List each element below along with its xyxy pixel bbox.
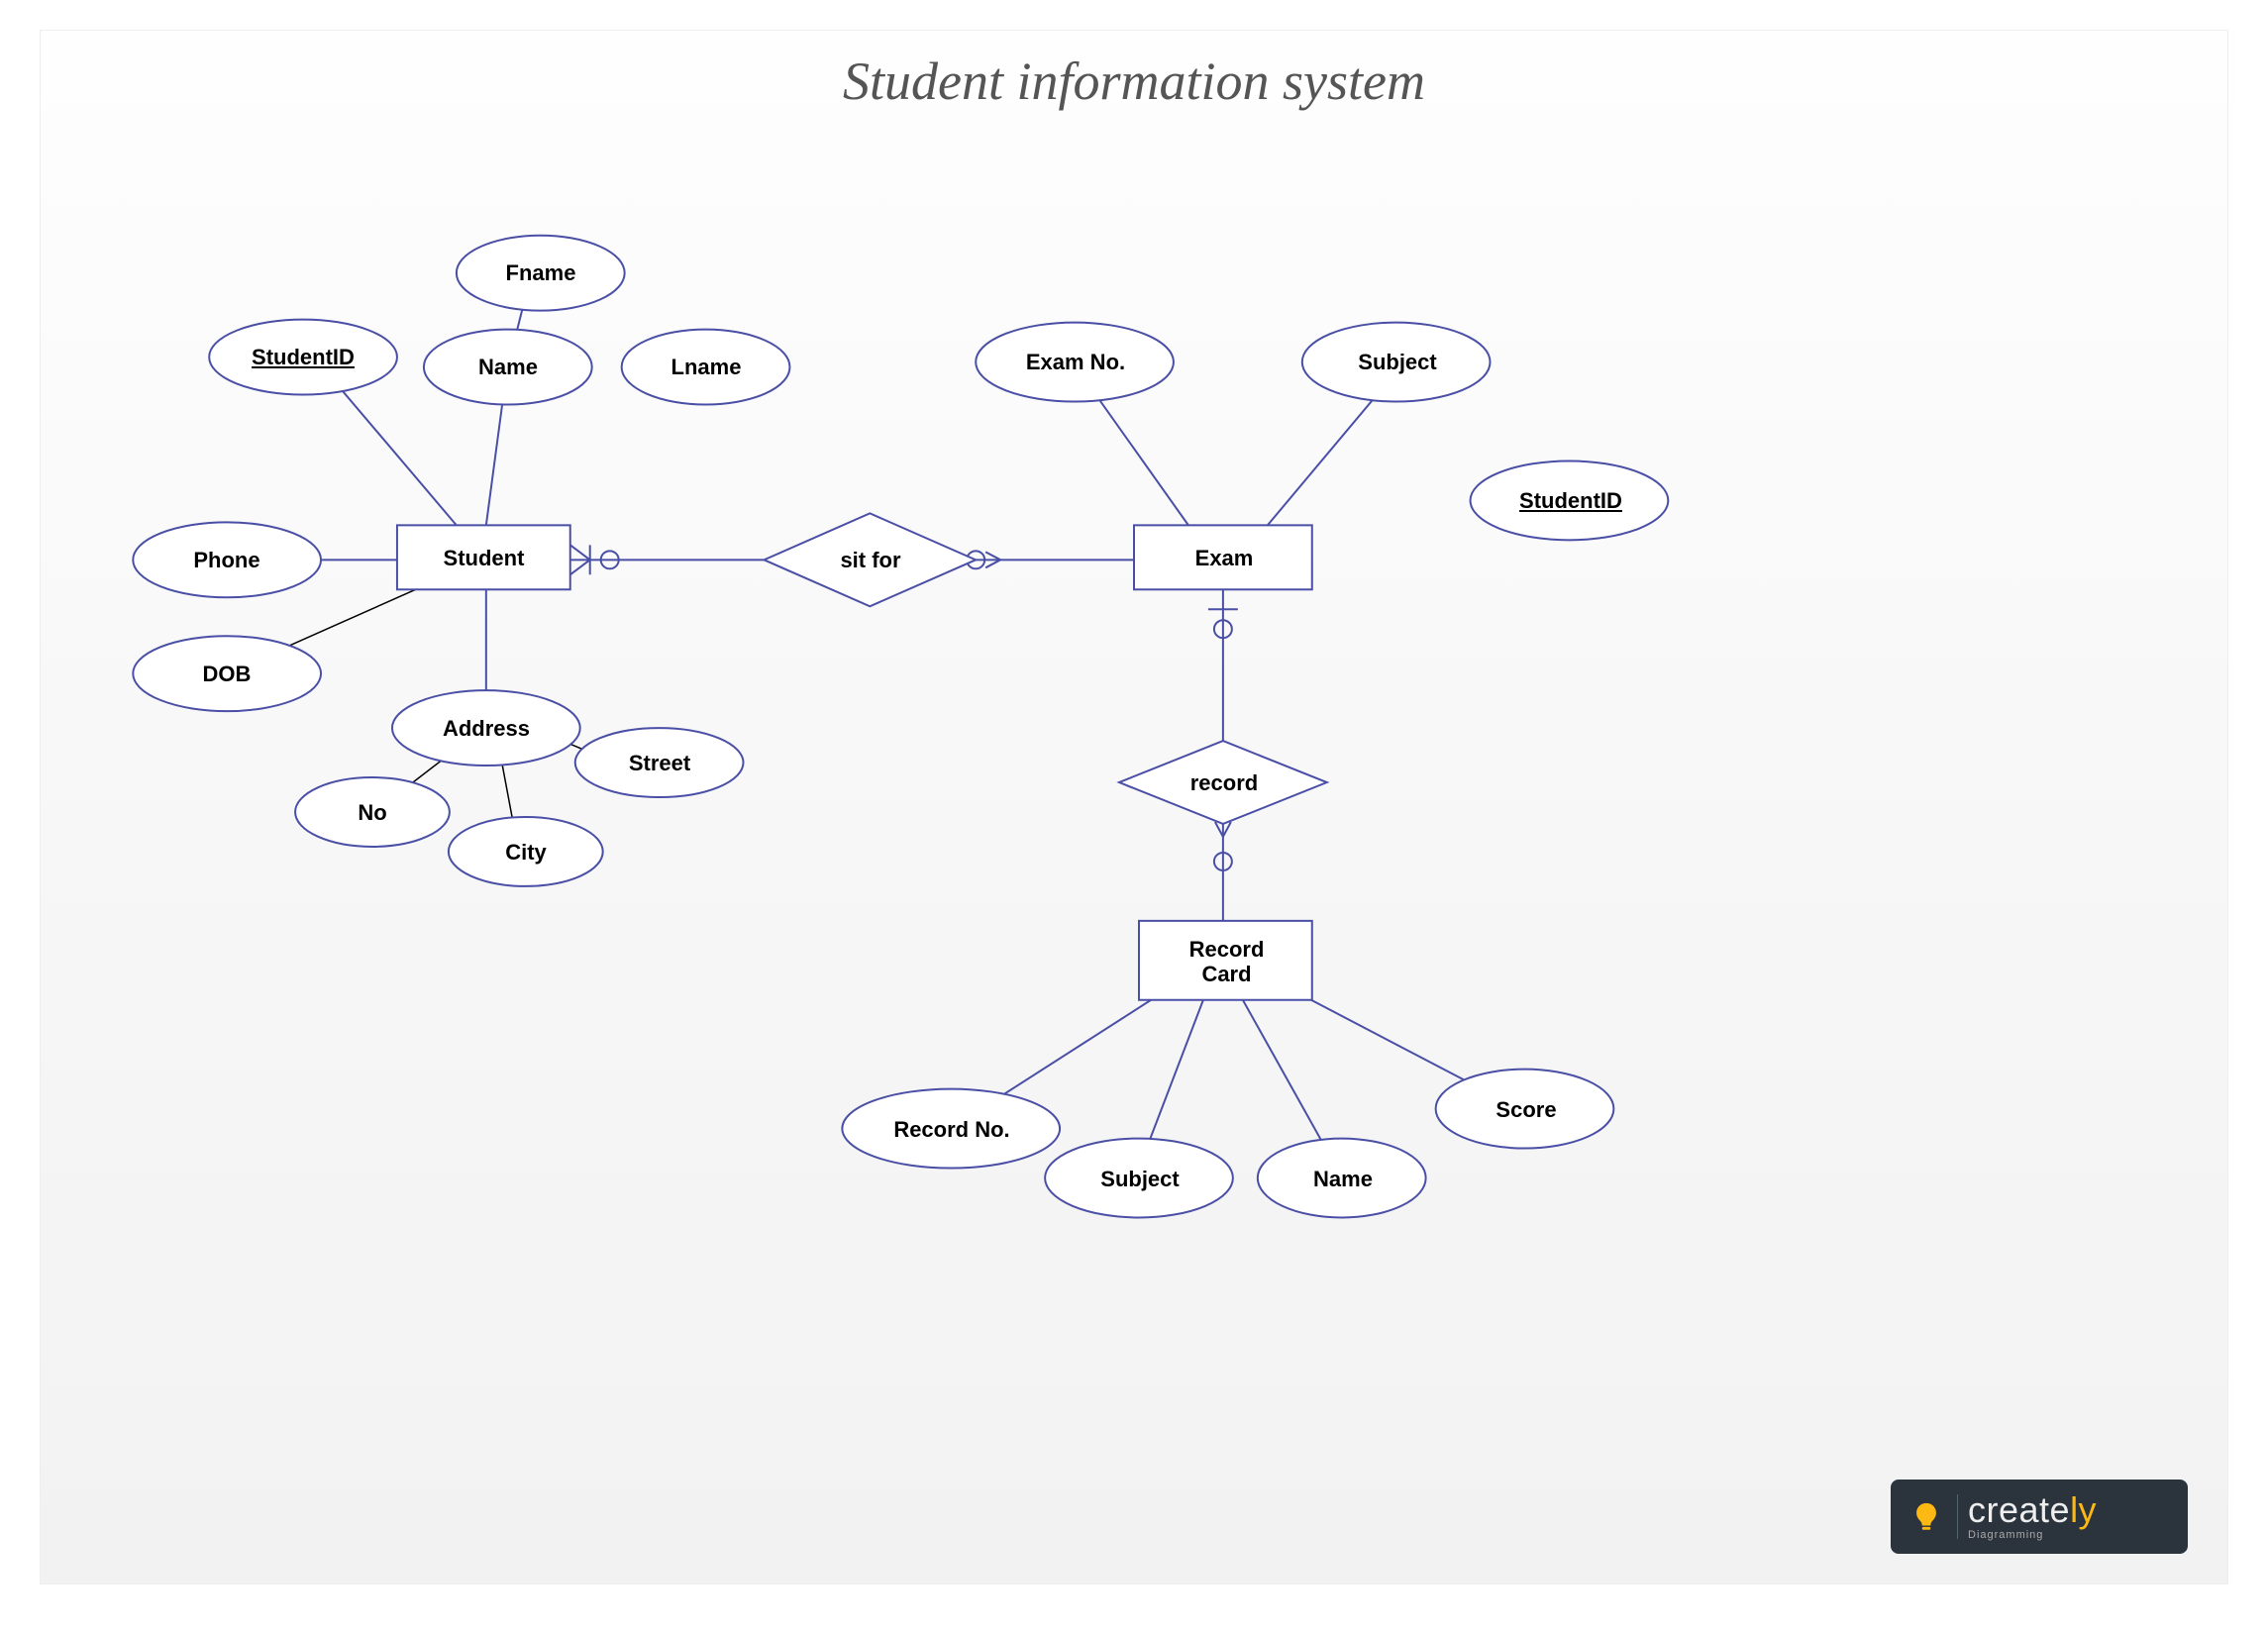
attr-phone [133,522,321,597]
attr-street [575,728,744,797]
diagram-canvas: Student information system [40,30,2228,1584]
attr-subject-exam [1302,323,1491,402]
attr-dob [133,636,321,711]
attr-studentid-exam [1471,460,1669,540]
entity-recordcard [1139,921,1312,1000]
rel-record [1119,741,1327,824]
attr-name-rc [1258,1139,1426,1218]
attr-recordno [842,1089,1060,1169]
rel-sitfor [764,513,976,606]
logo-divider [1957,1494,1958,1539]
attr-score [1436,1070,1614,1149]
attr-subject-rc [1045,1139,1233,1218]
lightbulb-icon [1906,1496,1947,1538]
logo-brand-suf: ly [2070,1489,2097,1530]
er-diagram-svg [41,31,2227,1583]
logo-text: creately Diagramming [1968,1492,2097,1541]
entity-student [397,525,570,589]
attr-lname [622,330,790,405]
attr-no [295,777,450,847]
entity-exam [1134,525,1312,589]
logo-brand-pre: create [1968,1489,2070,1530]
creately-logo: creately Diagramming [1891,1480,2188,1554]
attr-address [392,690,580,766]
logo-subtitle: Diagramming [1968,1530,2097,1541]
logo-brand: creately [1968,1492,2097,1528]
attr-city [449,817,603,886]
attr-studentid [209,320,397,395]
attr-name [424,330,592,405]
attr-fname [457,236,625,311]
attr-examno [976,323,1174,402]
